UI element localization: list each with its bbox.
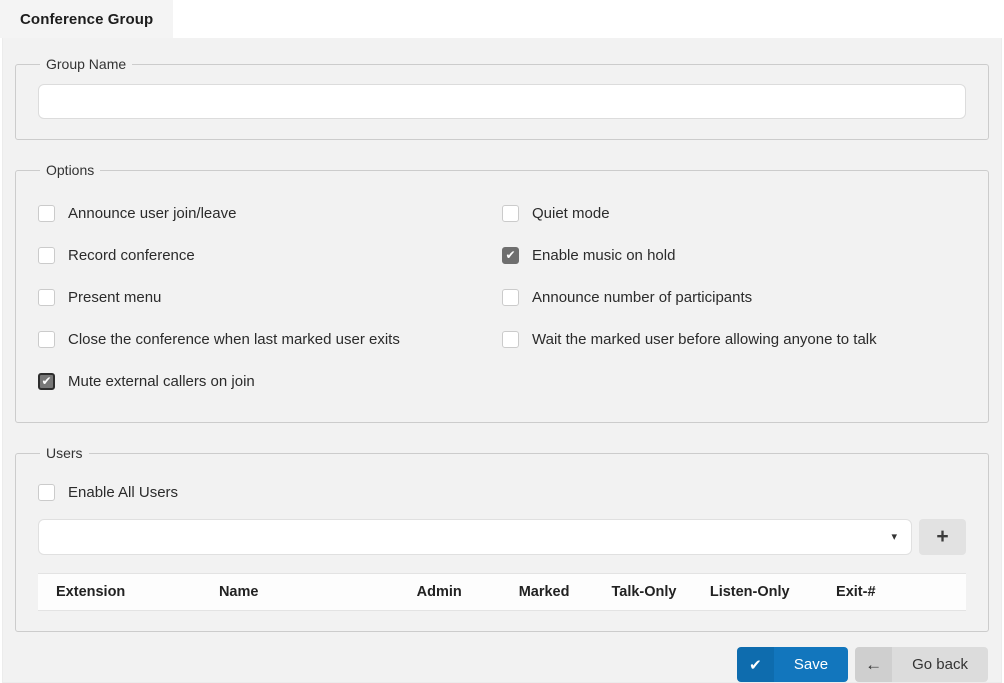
option-present-menu: ✔ Present menu — [38, 276, 502, 318]
option-label: Close the conference when last marked us… — [68, 330, 400, 348]
check-icon: ✔ — [736, 647, 774, 682]
tab-conference-group[interactable]: Conference Group — [0, 0, 174, 38]
option-label: Announce number of participants — [532, 288, 753, 306]
column-header-marked: Marked — [518, 584, 570, 600]
check-icon: ✔ — [505, 248, 516, 262]
option-announce-join-leave: ✔ Announce user join/leave — [38, 192, 502, 234]
option-label: Mute external callers on join — [68, 372, 255, 390]
group-name-legend: Group Name — [46, 56, 127, 72]
wait-marked-user-checkbox[interactable]: ✔ — [502, 330, 519, 348]
arrow-left-icon: ← — [855, 647, 893, 682]
enable-all-users-label: Enable All Users — [68, 483, 179, 501]
column-header-exit: Exit-# — [836, 584, 876, 600]
close-on-last-marked-exit-checkbox[interactable]: ✔ — [38, 330, 55, 348]
column-header-extension: Extension — [56, 584, 126, 600]
users-section: Users ✔ Enable All Users ▾ + Extension N… — [15, 445, 989, 632]
caret-down-icon: ▾ — [891, 530, 897, 543]
users-table-header: Extension Name Admin Marked Talk-Only Li… — [38, 573, 966, 611]
group-name-input[interactable] — [38, 84, 966, 119]
column-header-talk-only: Talk-Only — [611, 584, 677, 600]
announce-join-leave-checkbox[interactable]: ✔ — [38, 204, 55, 222]
option-announce-participants: ✔ Announce number of participants — [502, 276, 966, 318]
go-back-button-label: Go back — [892, 647, 988, 682]
options-legend: Options — [46, 162, 95, 178]
column-header-listen-only: Listen-Only — [709, 584, 790, 600]
option-wait-marked-user: ✔ Wait the marked user before allowing a… — [502, 318, 966, 360]
option-label: Record conference — [68, 246, 195, 264]
option-label: Wait the marked user before allowing any… — [532, 330, 877, 348]
option-label: Present menu — [68, 288, 162, 306]
options-grid: ✔ Announce user join/leave ✔ Record conf… — [38, 178, 966, 402]
go-back-button[interactable]: ← Go back — [855, 647, 988, 682]
user-select-dropdown[interactable]: ▾ — [38, 519, 912, 555]
option-enable-music-on-hold: ✔ Enable music on hold — [502, 234, 966, 276]
users-inner: ✔ Enable All Users ▾ + Extension Name Ad… — [38, 461, 966, 611]
enable-all-users-row: ✔ Enable All Users — [38, 475, 966, 509]
enable-music-on-hold-checkbox[interactable]: ✔ — [502, 246, 519, 264]
save-button[interactable]: ✔ Save — [736, 647, 849, 682]
enable-all-users-checkbox[interactable]: ✔ — [38, 483, 55, 501]
form-actions: ✔ Save ← Go back — [15, 647, 989, 682]
column-header-admin: Admin — [416, 584, 462, 600]
option-quiet-mode: ✔ Quiet mode — [502, 192, 966, 234]
option-label: Announce user join/leave — [68, 204, 237, 222]
conference-group-form: Group Name Options ✔ Announce user join/… — [2, 38, 1002, 683]
users-legend: Users — [46, 445, 83, 461]
option-label: Enable music on hold — [532, 246, 676, 264]
announce-participants-checkbox[interactable]: ✔ — [502, 288, 519, 306]
record-conference-checkbox[interactable]: ✔ — [38, 246, 55, 264]
column-header-name: Name — [218, 584, 259, 600]
add-user-button[interactable]: + — [919, 519, 966, 555]
options-column-left: ✔ Announce user join/leave ✔ Record conf… — [38, 192, 502, 402]
quiet-mode-checkbox[interactable]: ✔ — [502, 204, 519, 222]
options-column-right: ✔ Quiet mode ✔ Enable music on hold ✔ An… — [502, 192, 966, 402]
options-section: Options ✔ Announce user join/leave ✔ Rec… — [15, 162, 989, 423]
option-close-on-last-marked-exit: ✔ Close the conference when last marked … — [38, 318, 502, 360]
present-menu-checkbox[interactable]: ✔ — [38, 288, 55, 306]
check-icon: ✔ — [41, 374, 52, 388]
mute-external-callers-checkbox[interactable]: ✔ — [38, 372, 55, 390]
option-record-conference: ✔ Record conference — [38, 234, 502, 276]
tab-bar: Conference Group — [0, 0, 1004, 38]
group-name-section: Group Name — [15, 56, 989, 140]
option-mute-external-callers: ✔ Mute external callers on join — [38, 360, 502, 402]
save-button-label: Save — [773, 647, 849, 682]
user-picker-row: ▾ + — [38, 519, 966, 555]
option-label: Quiet mode — [532, 204, 610, 222]
